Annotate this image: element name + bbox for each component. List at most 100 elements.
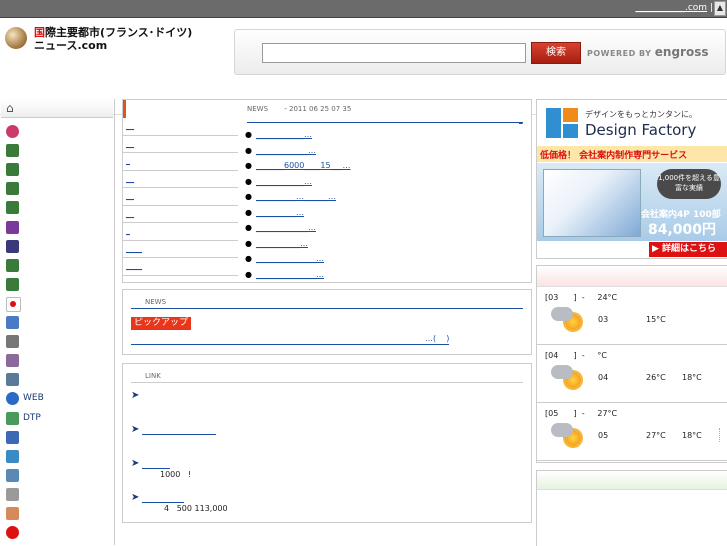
landscape-icon xyxy=(6,182,19,196)
news-category-link[interactable]: _ xyxy=(126,226,130,235)
sidebar-item[interactable]: DTP xyxy=(6,409,110,427)
sidebar-item[interactable] xyxy=(6,275,110,293)
news-item-link[interactable]: _______________… xyxy=(256,254,324,263)
news-category: __ xyxy=(123,188,238,206)
pickup-more-link[interactable]: _ xyxy=(519,301,523,309)
arrow-icon: ➤ xyxy=(131,390,140,401)
news-category-link[interactable]: _ xyxy=(126,156,130,165)
ad-brand: Design Factory xyxy=(585,121,697,139)
sidebar-item[interactable] xyxy=(6,179,110,197)
bullet-icon: ● xyxy=(245,254,252,263)
weather-header-line: [04 ] - °C xyxy=(545,351,607,360)
news-category-link[interactable]: ____ xyxy=(126,244,142,253)
sidebar-item[interactable] xyxy=(6,523,110,541)
link-item-link[interactable]: ________ xyxy=(142,494,184,503)
pickup-headline-link[interactable] xyxy=(131,335,449,345)
news-category: __ xyxy=(123,171,238,188)
link-title: LINK xyxy=(145,372,161,380)
sidebar-item[interactable] xyxy=(6,485,110,503)
sidebar-item[interactable] xyxy=(6,141,110,159)
news-category: __ xyxy=(123,136,238,153)
globe-logo-icon[interactable] xyxy=(5,27,27,49)
sidebar-item[interactable] xyxy=(6,294,110,312)
news-category-link[interactable]: __ xyxy=(126,174,134,183)
sidebar-home[interactable]: ⌂ xyxy=(1,99,113,118)
arrow-icon: ➤ xyxy=(131,424,140,435)
news-item-link[interactable]: _____________… xyxy=(256,223,316,232)
search-input[interactable] xyxy=(262,43,526,63)
sidebar-item[interactable] xyxy=(6,466,110,484)
ad-top: デザインをもっとカンタンに。 Design Factory xyxy=(537,100,727,144)
site-logo[interactable]: 国際主要都市(フランス･ドイツ) ニュース.com xyxy=(34,26,192,52)
bullet-icon: ● xyxy=(245,130,252,139)
news-category-link[interactable]: __ xyxy=(126,139,134,148)
news-item-link[interactable]: ___________… xyxy=(256,239,308,248)
news-item-link[interactable]: ____________… xyxy=(256,130,312,139)
sidebar-item[interactable] xyxy=(6,218,110,236)
sidebar-item[interactable] xyxy=(6,160,110,178)
news-item: ● __________…______… xyxy=(245,190,515,206)
pickup-headline-tail[interactable]: …( ) xyxy=(425,334,449,343)
news-category-link[interactable]: __ xyxy=(126,191,134,200)
powered-prefix: POWERED BY xyxy=(587,49,652,58)
dtp-icon xyxy=(6,411,19,425)
news-category: _ xyxy=(123,153,238,171)
sidebar-item[interactable]: WEB xyxy=(6,389,110,407)
news-item-link[interactable]: __________…______… xyxy=(256,192,336,201)
sidebar-item[interactable] xyxy=(6,122,110,140)
link-panel: LINK ➤➤______________➤_____1000 !➤______… xyxy=(122,363,532,523)
sidebar: ⌂ WEB DTP xyxy=(0,99,115,545)
landscape-icon xyxy=(6,220,19,234)
link-item-desc: 4 500 113,000 xyxy=(164,504,228,513)
news-item: ● _____________… xyxy=(245,221,515,237)
sidebar-item[interactable] xyxy=(6,237,110,255)
news-item: ● _______________… xyxy=(245,268,515,284)
bullet-icon: ● xyxy=(245,176,252,186)
news-item: ● ____________… xyxy=(245,175,515,191)
ad-details-button[interactable]: ▶ 詳細はこちら xyxy=(649,242,727,257)
weather-header-line: [03 ] - 24°C xyxy=(545,293,618,302)
sidebar-item[interactable] xyxy=(6,256,110,274)
engross-logo: engross xyxy=(654,45,709,59)
news-category-link[interactable]: ____ xyxy=(126,261,142,270)
news-category: ____ xyxy=(123,258,238,276)
sidebar-item[interactable] xyxy=(6,370,110,388)
magnifier-icon xyxy=(6,430,19,444)
arrow-icon: ➤ xyxy=(131,458,140,469)
link-item-link[interactable]: ______________ xyxy=(142,426,216,435)
sidebar-item[interactable] xyxy=(6,198,110,216)
link-rule xyxy=(131,382,523,383)
resize-grip[interactable] xyxy=(719,428,727,442)
news-item: ● _______________… xyxy=(245,252,515,268)
link-item-link[interactable]: _____ xyxy=(142,460,170,469)
news-item-link[interactable]: _____________… xyxy=(256,146,316,155)
top-domain-link[interactable]: ___________.com xyxy=(635,3,707,13)
search-area: 検索 POWERED BY engross xyxy=(234,29,726,75)
sidebar-item[interactable] xyxy=(6,447,110,465)
news-category: __ xyxy=(123,206,238,223)
news-item-link[interactable]: ____________… xyxy=(256,177,312,186)
weather-high: 26°C xyxy=(646,373,666,382)
sidebar-item[interactable] xyxy=(6,332,110,350)
sidebar-item[interactable] xyxy=(6,313,110,331)
news-item-link[interactable]: _______________… xyxy=(256,270,324,279)
search-button[interactable]: 検索 xyxy=(531,42,581,64)
help-icon xyxy=(6,526,19,540)
bullet-icon: ● xyxy=(245,223,252,232)
scroll-up-arrow-icon[interactable]: ▲ xyxy=(714,1,726,16)
person-icon xyxy=(6,507,19,520)
design-factory-ad[interactable]: デザインをもっとカンタンに。 Design Factory 低価格！ 会社案内制… xyxy=(536,99,727,259)
news-item-link[interactable]: __________… xyxy=(256,208,304,217)
globe-icon xyxy=(6,392,19,406)
news-item-link[interactable]: _______6000____15___… xyxy=(256,161,351,170)
sidebar-item[interactable] xyxy=(6,428,110,446)
landscape-icon xyxy=(6,144,19,158)
sidebar-item[interactable] xyxy=(6,351,110,369)
brochure-image xyxy=(543,169,641,237)
news-more-link[interactable]: _ xyxy=(519,116,523,124)
top-links: ___________.com | xyxy=(635,3,713,13)
news-category-link[interactable]: __ xyxy=(126,121,134,130)
news-category-link[interactable]: __ xyxy=(126,209,134,218)
landscape-icon xyxy=(6,277,19,291)
sidebar-item[interactable] xyxy=(6,504,110,522)
